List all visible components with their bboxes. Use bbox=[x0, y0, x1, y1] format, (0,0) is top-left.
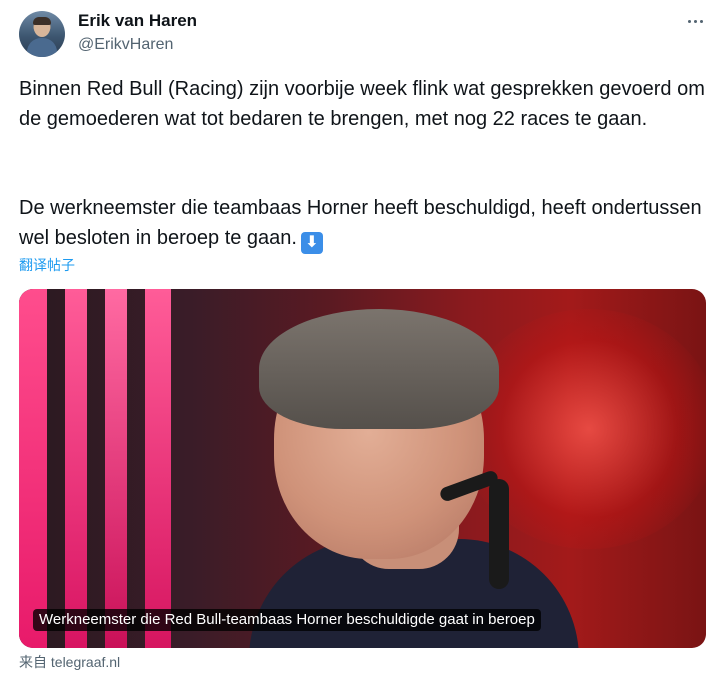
avatar[interactable] bbox=[19, 11, 65, 57]
background-light-stripe bbox=[19, 289, 47, 648]
author-handle[interactable]: @ErikvHaren bbox=[78, 35, 173, 55]
more-dot bbox=[687, 19, 691, 23]
author-name[interactable]: Erik van Haren bbox=[78, 10, 197, 32]
headset-icon bbox=[489, 479, 509, 589]
background-light-stripe bbox=[145, 289, 171, 648]
background-light-stripe bbox=[65, 289, 87, 648]
tweet-text-paragraph-2: De werkneemster die teambaas Horner heef… bbox=[19, 193, 709, 254]
tweet-text-paragraph-1: Binnen Red Bull (Racing) zijn voorbije w… bbox=[19, 78, 705, 130]
avatar-shoulders bbox=[27, 38, 57, 57]
card-caption: Werkneemster die Red Bull-teambaas Horne… bbox=[33, 609, 541, 631]
person-hair bbox=[259, 309, 499, 429]
translate-post-link[interactable]: 翻译帖子 bbox=[19, 255, 75, 275]
more-dot bbox=[699, 19, 703, 23]
more-options-icon[interactable] bbox=[680, 8, 710, 34]
link-preview-card[interactable]: Werkneemster die Red Bull-teambaas Horne… bbox=[19, 289, 706, 648]
avatar-hair bbox=[33, 17, 51, 25]
more-dot bbox=[693, 19, 697, 23]
card-source-domain-link[interactable]: telegraaf.nl bbox=[51, 654, 120, 670]
card-source-prefix: 来自 bbox=[19, 654, 47, 670]
background-light-stripe bbox=[105, 289, 127, 648]
tweet-text-paragraph-2-text: De werkneemster die teambaas Horner heef… bbox=[19, 197, 702, 249]
down-arrow-emoji-icon: ⬇ bbox=[300, 232, 323, 254]
card-source: 来自 telegraaf.nl bbox=[19, 652, 120, 672]
